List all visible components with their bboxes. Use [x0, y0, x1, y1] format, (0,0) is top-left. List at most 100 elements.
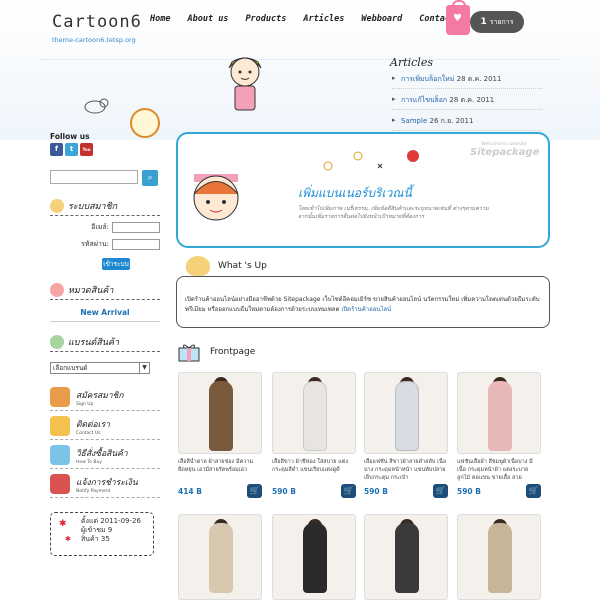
owl-icon — [50, 387, 70, 407]
banner-text: โดยเข้าไปเพิ่มภาพ เนรี่เธรรม, เพิ่มข้อดี… — [298, 206, 489, 220]
product-photo[interactable] — [272, 514, 356, 600]
nav-home[interactable]: Home — [150, 14, 179, 24]
nav-about[interactable]: About us — [187, 14, 237, 24]
site-stats: ✱ ✱ ตั้งแต่ 2011-09-26 ผู้เข้าชม 9 สินค้… — [50, 512, 154, 556]
girl-illustration-icon — [228, 57, 262, 111]
product-card[interactable]: เสื้อสีขาว ผ้าชีฟอง ใส่สบาย แต่งกระดุมสี… — [272, 372, 356, 498]
whats-up-heading: What 's Up — [186, 256, 267, 276]
nav-products[interactable]: Products — [245, 14, 295, 24]
sitepackage-watermark: Welcome to website Sitepackage — [470, 142, 540, 158]
search-input[interactable] — [50, 170, 138, 184]
password-row: รหัสผ่าน: — [50, 239, 160, 250]
article-link[interactable]: การแก้ไขบล็อก — [401, 96, 447, 104]
cart-unit: รายการ — [489, 17, 514, 26]
site-url[interactable]: theme-cartoon6.tetsp.org — [52, 36, 136, 44]
banner[interactable]: เพิ่มแบนเนอร์บริเวณนี้ โดยเข้าไปเพิ่มภาพ… — [176, 132, 550, 248]
product-photo[interactable] — [457, 372, 541, 454]
email-field[interactable] — [112, 222, 160, 233]
nav-webboard[interactable]: Webboard — [361, 14, 411, 24]
product-card[interactable] — [178, 514, 262, 600]
member-heading: ระบบสมาชิก — [50, 198, 160, 216]
product-price: 590 B — [457, 486, 481, 496]
banner-title: เพิ่มแบนเนอร์บริเวณนี้ — [298, 186, 412, 200]
side-links: สมัครสมาชิก Sign Up ติดต่อเรา Contact Us ว… — [50, 384, 160, 498]
article-item[interactable]: การแก้ไขบล็อก 28 ต.ค. 2011 — [392, 95, 542, 110]
frontpage-title: Frontpage — [210, 347, 256, 357]
social-links: f t You — [50, 143, 160, 156]
girl-face-icon — [50, 198, 64, 213]
stats-visitors: ผู้เข้าชม 9 — [81, 526, 113, 534]
search-icon[interactable]: ⌕ — [142, 170, 158, 186]
product-card[interactable] — [364, 514, 448, 600]
member-title: ระบบสมาชิก — [68, 201, 118, 212]
how-to-buy-label: วิธีสั่งซื้อสินค้า — [76, 448, 128, 459]
butterfly-icon — [50, 445, 70, 465]
brand-heading: แบรนด์สินค้า — [50, 334, 160, 352]
product-photo[interactable] — [364, 514, 448, 600]
signup-link[interactable]: สมัครสมาชิก Sign Up — [50, 384, 160, 411]
cart-add-icon[interactable]: 🛒 — [433, 484, 448, 498]
article-link[interactable]: Sample — [401, 117, 427, 125]
cart-add-icon[interactable]: 🛒 — [341, 484, 356, 498]
sidebar: Follow us f t You ⌕ ระบบสมาชิก อีเมล์: ร… — [50, 132, 160, 556]
twitter-icon[interactable]: t — [65, 143, 78, 156]
articles-title: Articles — [390, 56, 433, 69]
article-item[interactable]: Sample 26 ก.ย. 2011 — [392, 116, 542, 131]
product-desc[interactable]: แฟชั่นเสื้อผ้า สีชมพูผ้าเนื้อบาง มีเนื้อ… — [457, 458, 541, 482]
header: Cartoon6 theme-cartoon6.tetsp.org Home A… — [0, 0, 600, 140]
signup-label: สมัครสมาชิก — [76, 390, 124, 401]
flowers-icon — [50, 416, 70, 436]
email-row: อีเมล์: — [50, 222, 160, 233]
brand-select-value: เลือกแบรนด์ — [53, 364, 88, 372]
site-logo[interactable]: Cartoon6 — [52, 12, 142, 32]
login-button[interactable]: เข้าระบบ — [102, 258, 130, 270]
payment-link[interactable]: แจ้งการชำระเงิน Notify Payment — [50, 471, 160, 498]
password-label: รหัสผ่าน: — [81, 240, 109, 248]
whats-up-link[interactable]: เปิดร้านค้าออนไลน์ — [341, 306, 391, 313]
product-card[interactable]: เสื้อสีน้ำตาล ผ้าลายช่อง มีความยืดหยุ่น … — [178, 372, 262, 498]
articles-list: การเพิ่มบล็อกใหม่ 28 ต.ค. 2011 การแก้ไขบ… — [392, 74, 542, 137]
article-link[interactable]: การเพิ่มบล็อกใหม่ — [401, 75, 454, 83]
contact-link[interactable]: ติดต่อเรา Contact Us — [50, 413, 160, 440]
girl-face-icon — [186, 256, 210, 276]
product-desc[interactable]: เสื้อแฟชั่น สีขาวผ้าลายดำสลับ เนื้อบาง ก… — [364, 458, 448, 482]
product-price: 590 B — [364, 486, 388, 496]
category-new-arrival[interactable]: New Arrival — [50, 308, 160, 322]
product-card[interactable] — [272, 514, 356, 600]
payment-sub: Notify Payment — [76, 488, 111, 494]
brand-select[interactable]: เลือกแบรนด์ ▼ — [50, 362, 150, 374]
article-date: 28 ต.ค. 2011 — [449, 96, 495, 104]
facebook-icon[interactable]: f — [50, 143, 63, 156]
cart-add-icon[interactable]: 🛒 — [247, 484, 262, 498]
product-photo[interactable] — [272, 372, 356, 454]
product-card[interactable] — [457, 514, 541, 600]
stats-created: ตั้งแต่ 2011-09-26 — [81, 517, 141, 525]
contact-label: ติดต่อเรา — [76, 419, 110, 430]
whats-up-title: What 's Up — [218, 261, 267, 271]
product-photo[interactable] — [178, 514, 262, 600]
product-desc[interactable]: เสื้อสีน้ำตาล ผ้าลายช่อง มีความยืดหยุ่น … — [178, 458, 262, 482]
watermark-big: Sitepackage — [470, 147, 540, 158]
how-to-buy-link[interactable]: วิธีสั่งซื้อสินค้า How To Buy — [50, 442, 160, 469]
article-item[interactable]: การเพิ่มบล็อกใหม่ 28 ต.ค. 2011 — [392, 74, 542, 89]
product-photo[interactable] — [457, 514, 541, 600]
nav-articles[interactable]: Articles — [303, 14, 353, 24]
cart-add-icon[interactable]: 🛒 — [526, 484, 541, 498]
shopping-bag-icon[interactable] — [446, 0, 470, 35]
flowers-doodle-icon — [323, 150, 419, 171]
product-photo[interactable] — [364, 372, 448, 454]
product-photo[interactable] — [178, 372, 262, 454]
product-card[interactable]: แฟชั่นเสื้อผ้า สีชมพูผ้าเนื้อบาง มีเนื้อ… — [457, 372, 541, 498]
signup-sub: Sign Up — [76, 401, 94, 407]
password-field[interactable] — [112, 239, 160, 250]
cart-button[interactable]: 1 รายการ — [470, 11, 524, 33]
tree-icon — [50, 334, 64, 349]
search-row: ⌕ — [50, 170, 160, 186]
youtube-icon[interactable]: You — [80, 143, 93, 156]
product-desc[interactable]: เสื้อสีขาว ผ้าชีฟอง ใส่สบาย แต่งกระดุมสี… — [272, 458, 356, 482]
product-card[interactable]: เสื้อแฟชั่น สีขาวผ้าลายดำสลับ เนื้อบาง ก… — [364, 372, 448, 498]
frontpage-heading: Frontpage — [176, 342, 255, 362]
main-nav: Home About us Products Articles Webboard… — [150, 14, 487, 24]
cart-count: 1 — [480, 17, 487, 27]
star-icon: ✱ — [65, 535, 71, 543]
